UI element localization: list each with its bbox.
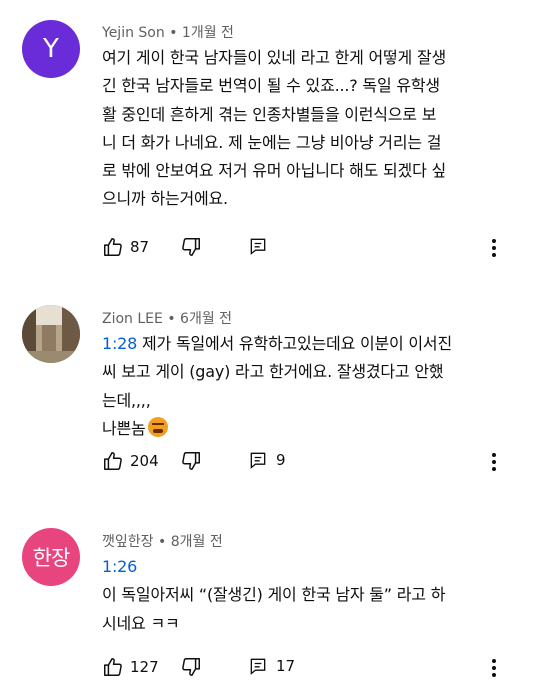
comment-line: 시네요 ㅋㅋ	[102, 613, 180, 633]
angry-face-emoji	[147, 416, 168, 437]
thumbs-down-icon	[182, 238, 200, 256]
comment-text: 1:28 제가 독일에서 유학하고있는데요 이분이 이서진 씨 보고 게이 (g…	[102, 330, 514, 443]
more-options-button[interactable]	[484, 656, 504, 680]
like-button[interactable]: 204	[102, 450, 159, 472]
comment-actions: 127 17	[102, 656, 522, 680]
reply-icon	[250, 452, 266, 469]
reply-button[interactable]: 9	[248, 450, 286, 470]
avatar-photo	[22, 305, 80, 363]
thumbs-up-icon	[104, 238, 122, 256]
like-button[interactable]: 87	[102, 236, 149, 258]
comment-line: 니 더 화가 나네요. 제 눈에는 그냥 비아냥 거리는 걸	[102, 132, 442, 152]
separator-dot: •	[157, 534, 167, 550]
comment-actions: 87	[102, 236, 522, 260]
like-count: 87	[130, 238, 150, 256]
dislike-button[interactable]	[180, 656, 202, 678]
comment-actions: 204 9	[102, 450, 522, 474]
author-name[interactable]: Yejin Son	[102, 25, 165, 41]
like-count: 204	[130, 452, 159, 470]
thumbs-down-icon	[182, 658, 200, 676]
more-options-button[interactable]	[484, 236, 504, 260]
more-vertical-icon	[492, 453, 496, 471]
like-count: 127	[130, 658, 159, 676]
comment-line: 이 독일아저씨 “(잘생긴) 게이 한국 남자 둘” 라고 하	[102, 585, 446, 605]
thumbs-up-icon	[104, 658, 122, 676]
comment-line: 1:28 제가 독일에서 유학하고있는데요 이분이 이서진	[102, 330, 514, 358]
reply-count: 17	[276, 657, 296, 675]
comment-line: 는데,,,,	[102, 390, 151, 410]
comment-line: 여기 게이 한국 남자들이 있네 라고 한게 어떻게 잘생	[102, 48, 447, 67]
avatar-text: 한장	[32, 546, 71, 570]
comment-meta: 깻잎한장 • 8개월 전	[102, 531, 223, 551]
comment-line: 긴 한국 남자들로 번역이 될 수 있죠...? 독일 유학생	[102, 76, 440, 96]
comment-line: 으니까 하는거에요.	[102, 189, 228, 209]
thumbs-down-icon	[182, 452, 200, 470]
reply-count: 9	[276, 451, 286, 469]
comment-line-text: 제가 독일에서 유학하고있는데요 이분이 이서진	[142, 334, 452, 353]
author-name[interactable]: 깻잎한장	[102, 534, 154, 550]
comment-time[interactable]: 1개월 전	[182, 25, 234, 41]
avatar[interactable]: Y	[22, 20, 80, 78]
comment-text: 1:26 이 독일아저씨 “(잘생긴) 게이 한국 남자 둘” 라고 하 시네요…	[102, 553, 514, 638]
avatar-letter: Y	[43, 34, 59, 64]
comment-line: 로 밖에 안보여요 저거 유머 아닙니다 해도 되겠다 싶	[102, 161, 447, 181]
more-vertical-icon	[492, 239, 496, 257]
thumbs-up-icon	[104, 452, 122, 470]
reply-icon	[250, 658, 266, 675]
like-button[interactable]: 127	[102, 656, 159, 678]
comment-text: 여기 게이 한국 남자들이 있네 라고 한게 어떻게 잘생 긴 한국 남자들로 …	[102, 44, 514, 214]
more-options-button[interactable]	[484, 450, 504, 474]
reply-button[interactable]	[248, 236, 268, 256]
separator-dot: •	[167, 311, 176, 327]
more-vertical-icon	[492, 659, 496, 677]
comment-meta: Zion LEE • 6개월 전	[102, 308, 232, 328]
comment-line-text: 나쁜놈	[102, 418, 146, 438]
reply-button[interactable]: 17	[248, 656, 295, 676]
comment-line: 나쁜놈	[102, 415, 514, 443]
comment-time[interactable]: 6개월 전	[180, 311, 232, 327]
comment-line: 씨 보고 게이 (gay) 라고 한거에요. 잘생겼다고 안했	[102, 362, 444, 382]
separator-dot: •	[169, 25, 178, 41]
avatar[interactable]: 한장	[22, 528, 80, 586]
comment-time[interactable]: 8개월 전	[171, 534, 223, 550]
comment-meta: Yejin Son • 1개월 전	[102, 22, 234, 42]
timestamp-link[interactable]: 1:28	[102, 334, 137, 353]
timestamp-link[interactable]: 1:26	[102, 553, 514, 581]
author-name[interactable]: Zion LEE	[102, 311, 163, 327]
avatar[interactable]	[22, 305, 80, 363]
comment-line: 활 중인데 흔하게 겪는 인종차별들을 이런식으로 보	[102, 104, 437, 124]
dislike-button[interactable]	[180, 450, 202, 472]
reply-icon	[250, 238, 266, 255]
dislike-button[interactable]	[180, 236, 202, 258]
